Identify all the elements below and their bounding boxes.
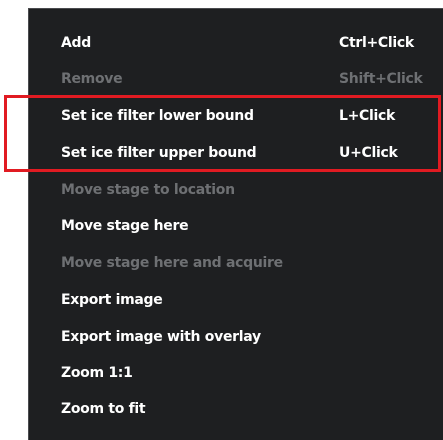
menu-item-move-stage-here[interactable]: Move stage here	[29, 208, 443, 244]
menu-item-label: Set ice filter upper bound	[61, 145, 257, 161]
context-menu: Add Ctrl+Click Remove Shift+Click Set ic…	[28, 8, 443, 440]
menu-item-shortcut: U+Click	[339, 145, 398, 161]
menu-item-label: Export image with overlay	[61, 329, 261, 345]
menu-item-zoom-1-1[interactable]: Zoom 1:1	[29, 355, 443, 391]
menu-item-label: Move stage here and acquire	[61, 255, 283, 271]
menu-item-remove: Remove Shift+Click	[29, 61, 443, 97]
menu-item-shortcut: Ctrl+Click	[339, 35, 414, 51]
menu-item-zoom-to-fit[interactable]: Zoom to fit	[29, 391, 443, 427]
menu-item-label: Add	[61, 35, 91, 51]
menu-item-label: Remove	[61, 71, 123, 87]
menu-item-export-image[interactable]: Export image	[29, 282, 443, 318]
menu-item-label: Set ice filter lower bound	[61, 108, 254, 124]
menu-item-move-stage-here-and-acquire: Move stage here and acquire	[29, 245, 443, 281]
menu-item-shortcut: L+Click	[339, 108, 396, 124]
menu-item-export-image-with-overlay[interactable]: Export image with overlay	[29, 319, 443, 355]
menu-item-set-ice-filter-upper-bound[interactable]: Set ice filter upper bound U+Click	[29, 135, 443, 171]
menu-item-add[interactable]: Add Ctrl+Click	[29, 25, 443, 61]
menu-item-label: Move stage to location	[61, 182, 235, 198]
menu-item-set-ice-filter-lower-bound[interactable]: Set ice filter lower bound L+Click	[29, 98, 443, 134]
menu-item-shortcut: Shift+Click	[339, 71, 423, 87]
menu-item-label: Move stage here	[61, 218, 189, 234]
menu-item-label: Zoom 1:1	[61, 365, 133, 381]
menu-item-label: Zoom to fit	[61, 401, 146, 417]
menu-item-label: Export image	[61, 292, 163, 308]
menu-item-move-stage-to-location: Move stage to location	[29, 172, 443, 208]
